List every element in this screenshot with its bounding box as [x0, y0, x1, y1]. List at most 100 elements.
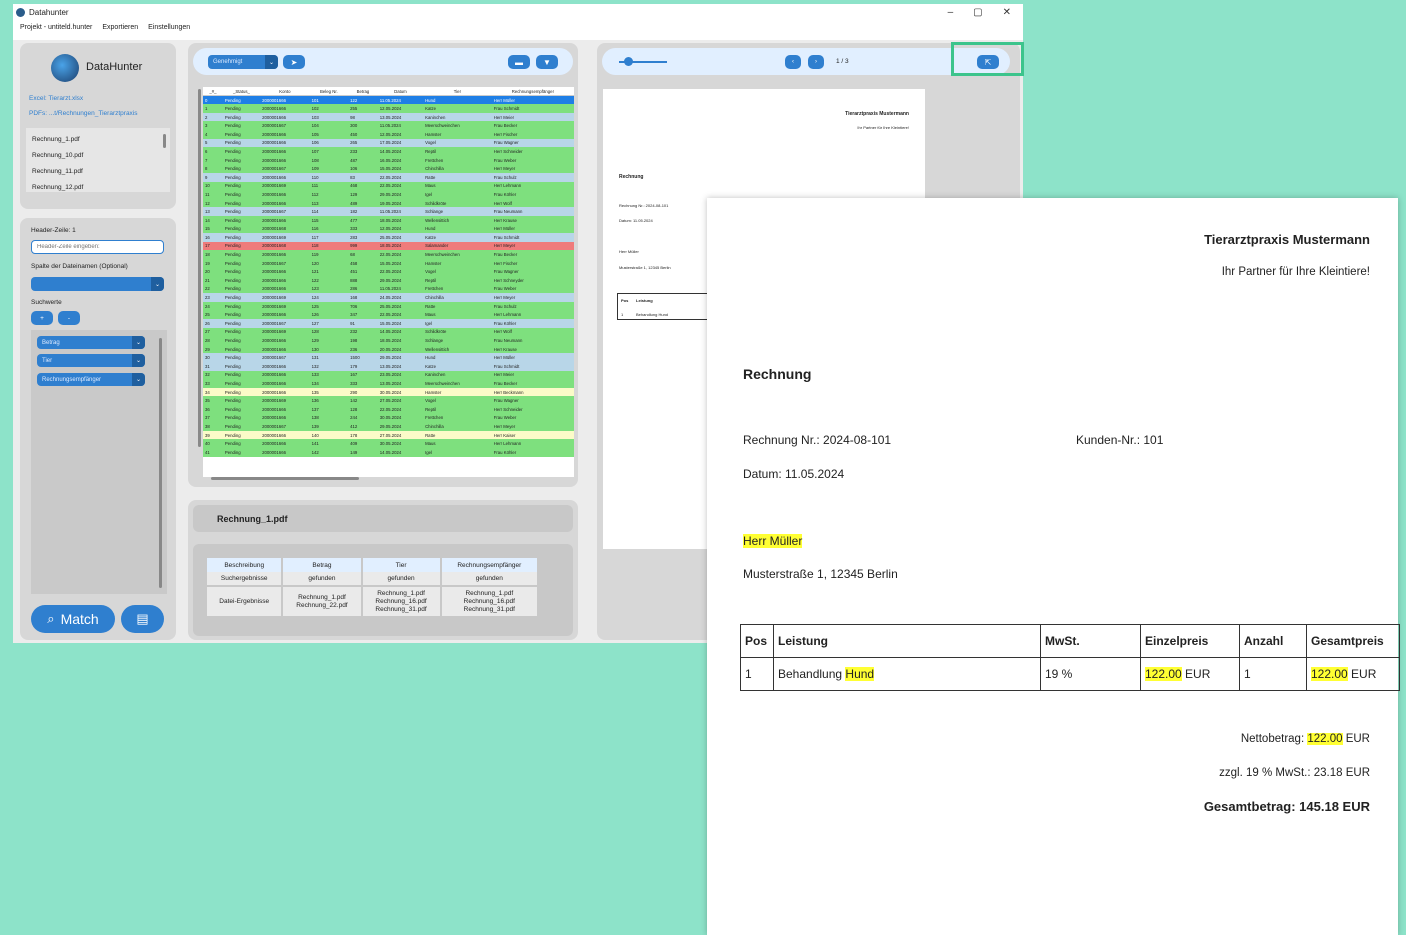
table-row[interactable]: 10 Pending 2000001669 111 468 22.05.2024 Maus H… — [203, 181, 574, 191]
table-row[interactable]: 24 Pending 2000001669 125 706 25.05.2024 Ratte… — [203, 301, 574, 311]
preview-heading: Rechnung — [619, 174, 644, 180]
table-header-cell[interactable]: Datum — [377, 87, 424, 97]
table-cell: Pending — [222, 267, 261, 277]
menu-settings[interactable]: Einstellungen — [148, 24, 190, 31]
close-icon[interactable]: ✕ — [1003, 7, 1011, 18]
table-cell: Pending — [222, 336, 261, 345]
table-row[interactable]: 36 Pending 2000001666 137 128 22.05.2024 Repti… — [203, 404, 574, 414]
file-item[interactable]: Rechnung_10.pdf — [32, 152, 83, 159]
table-row[interactable]: 22 Pending 2000001666 123 286 11.05.2024 Frett… — [203, 284, 574, 294]
table-row[interactable]: 20 Pending 2000001666 121 451 22.05.2024 Vogel… — [203, 267, 574, 277]
table-row[interactable]: 11 Pending 2000001666 112 129 29.05.2024 Igel F… — [203, 190, 574, 199]
table-row[interactable]: 1 Pending 2000001666 102 255 12.05.2024 Katze F… — [203, 104, 574, 113]
table-row[interactable]: 14 Pending 2000001666 115 477 18.05.2024 Welle… — [203, 215, 574, 225]
table-header-cell[interactable]: _#_ — [203, 87, 223, 97]
table-row[interactable]: 15 Pending 2000001668 116 333 12.05.2024 Hund H… — [203, 224, 574, 234]
table-row[interactable]: 23 Pending 2000001669 124 168 24.05.2024 Chinc… — [203, 293, 574, 302]
table-cell: 2000001666 — [260, 267, 310, 277]
pdf-path[interactable]: PDFs: ...t/Rechnungen_Tierarztpraxis — [29, 110, 138, 117]
table-vertical-scrollbar[interactable] — [198, 89, 201, 447]
table-row[interactable]: 8 Pending 2000001667 109 106 15.05.2024 Chinch… — [203, 164, 574, 173]
apply-filter-button[interactable]: ➤ — [283, 55, 305, 69]
table-row[interactable]: 2 Pending 2000001666 103 98 13.05.2024 Kaninch… — [203, 112, 574, 122]
table-cell: 233 — [348, 147, 378, 156]
table-row[interactable]: 29 Pending 2000001666 130 236 20.05.2024 Welle… — [203, 344, 574, 354]
table-row[interactable]: 3 Pending 2000001667 104 300 11.05.2024 Meersc… — [203, 121, 574, 130]
table-row[interactable]: 30 Pending 2000001667 131 1500 29.05.2024 Hund… — [203, 353, 574, 362]
table-header-cell[interactable]: Rechnungsempfänger — [491, 87, 574, 97]
table-header-cell[interactable]: Konto — [260, 87, 310, 97]
table-row[interactable]: 17 Pending 2000001668 118 999 18.05.2024 Salam… — [203, 241, 574, 251]
file-item[interactable]: Rechnung_12.pdf — [32, 184, 83, 191]
search-column-select[interactable]: Rechnungsempfänger ⌄ — [37, 373, 145, 386]
table-cell: Frettchen — [423, 284, 492, 294]
filter-button[interactable]: ▼ — [536, 55, 558, 69]
excel-path[interactable]: Excel: Tierarzt.xlsx — [29, 95, 83, 102]
zoom-slider-handle[interactable] — [624, 57, 633, 66]
table-row[interactable]: 26 Pending 2000001667 127 91 15.05.2024 Igel Fr… — [203, 319, 574, 328]
table-cell: 127 — [309, 319, 349, 328]
table-row[interactable]: 39 Pending 2000001666 140 178 27.05.2024 Ratte… — [203, 430, 574, 440]
table-row[interactable]: 31 Pending 2000001666 132 179 13.05.2024 Katze… — [203, 362, 574, 371]
table-row[interactable]: 16 Pending 2000001669 117 283 25.05.2024 Katze… — [203, 233, 574, 242]
prev-page-button[interactable]: ‹ — [785, 55, 801, 69]
table-horizontal-scrollbar[interactable] — [211, 477, 359, 480]
table-row[interactable]: 35 Pending 2000001669 136 142 27.05.2024 Vogel… — [203, 396, 574, 405]
table-cell: Katze — [423, 362, 492, 371]
search-column-select[interactable]: Betrag ⌄ — [37, 336, 145, 349]
table-row[interactable]: 12 Pending 2000001666 113 489 19.05.2024 Schil… — [203, 198, 574, 208]
file-list-scrollbar[interactable] — [163, 134, 166, 148]
match-button[interactable]: ⌕ Match — [31, 605, 115, 633]
table-row[interactable]: 21 Pending 2000001666 122 888 29.05.2024 Repti… — [203, 276, 574, 285]
table-row[interactable]: 13 Pending 2000001667 114 182 11.05.2024 Schla… — [203, 207, 574, 216]
file-item[interactable]: Rechnung_1.pdf — [32, 136, 80, 143]
header-row-input[interactable] — [31, 240, 164, 254]
table-row[interactable]: 37 Pending 2000001666 138 244 30.05.2024 Frett… — [203, 413, 574, 423]
status-filter-select[interactable]: Genehmigt ⌄ — [208, 55, 278, 69]
table-row[interactable]: 9 Pending 2000001666 110 83 22.05.2024 Ratte Fr… — [203, 172, 574, 182]
table-row[interactable]: 32 Pending 2000001666 133 167 23.05.2024 Kanin… — [203, 370, 574, 380]
export-pdf-button[interactable]: ▤ — [121, 605, 164, 633]
table-row[interactable]: 4 Pending 2000001666 105 450 12.05.2024 Hamste… — [203, 129, 574, 139]
invoice-price-number: 122.00 — [1145, 667, 1182, 681]
search-list-scrollbar[interactable] — [159, 338, 162, 588]
filename-column-select[interactable]: ⌄ — [31, 277, 164, 291]
table-row[interactable]: 27 Pending 2000001669 128 232 14.05.2024 Schil… — [203, 327, 574, 337]
table-row[interactable]: 41 Pending 2000001666 142 149 14.05.2024 Igel F… — [203, 447, 574, 457]
table-header-cell[interactable]: Tier — [423, 87, 492, 97]
table-header-cell[interactable]: Betrag — [348, 87, 378, 97]
table-row[interactable]: 18 Pending 2000001666 119 68 22.05.2024 Meersc… — [203, 250, 574, 259]
comment-button[interactable]: ▬ — [508, 55, 530, 69]
table-cell: 489 — [348, 198, 378, 208]
table-cell: Frau Köhler — [491, 447, 574, 457]
menu-project[interactable]: Projekt - untiteld.hunter — [20, 24, 92, 31]
table-row[interactable]: 38 Pending 2000001667 139 412 29.05.2024 Chinc… — [203, 422, 574, 431]
table-row[interactable]: 25 Pending 2000001666 126 347 22.05.2024 Maus H… — [203, 310, 574, 320]
table-header-cell[interactable]: Beleg Nr. — [309, 87, 349, 97]
next-page-button[interactable]: › — [808, 55, 824, 69]
table-header-cell[interactable]: _Status_ — [222, 87, 261, 97]
table-row[interactable]: 40 Pending 2000001666 141 409 30.05.2024 Maus H… — [203, 439, 574, 448]
table-cell: 11.05.2024 — [377, 95, 424, 105]
table-cell: 27 — [203, 327, 223, 337]
invoice-col-total: Gesamtpreis — [1306, 624, 1400, 658]
table-row[interactable]: 33 Pending 2000001666 134 333 13.05.2024 Meers… — [203, 379, 574, 388]
table-cell: 2000001667 — [260, 353, 310, 362]
search-column-select[interactable]: Tier ⌄ — [37, 354, 145, 367]
table-row[interactable]: 28 Pending 2000001666 129 198 18.05.2024 Schla… — [203, 336, 574, 345]
file-item[interactable]: Rechnung_11.pdf — [32, 168, 83, 175]
remove-search-button[interactable]: - — [58, 311, 80, 325]
maximize-icon[interactable]: ▢ — [973, 7, 982, 18]
table-row[interactable]: 6 Pending 2000001666 107 233 14.05.2024 Reptil… — [203, 147, 574, 156]
table-cell: 347 — [348, 310, 378, 320]
table-cell: Pending — [222, 353, 261, 362]
table-row[interactable]: 34 Pending 2000001666 135 290 30.05.2024 Hamst… — [203, 387, 574, 397]
table-row[interactable]: 5 Pending 2000001666 106 265 17.05.2024 Vogel F… — [203, 138, 574, 148]
table-cell: Pending — [222, 413, 261, 423]
add-search-button[interactable]: + — [31, 311, 53, 325]
minimize-icon[interactable]: – — [948, 7, 954, 18]
table-row[interactable]: 19 Pending 2000001667 120 458 15.05.2024 Hamst… — [203, 258, 574, 268]
table-row[interactable]: 7 Pending 2000001666 108 487 16.05.2024 Frettc… — [203, 155, 574, 165]
menu-export[interactable]: Exportieren — [102, 24, 138, 31]
table-row[interactable]: 0 Pending 2000001666 101 122 11.05.2024 Hund He… — [203, 95, 574, 105]
